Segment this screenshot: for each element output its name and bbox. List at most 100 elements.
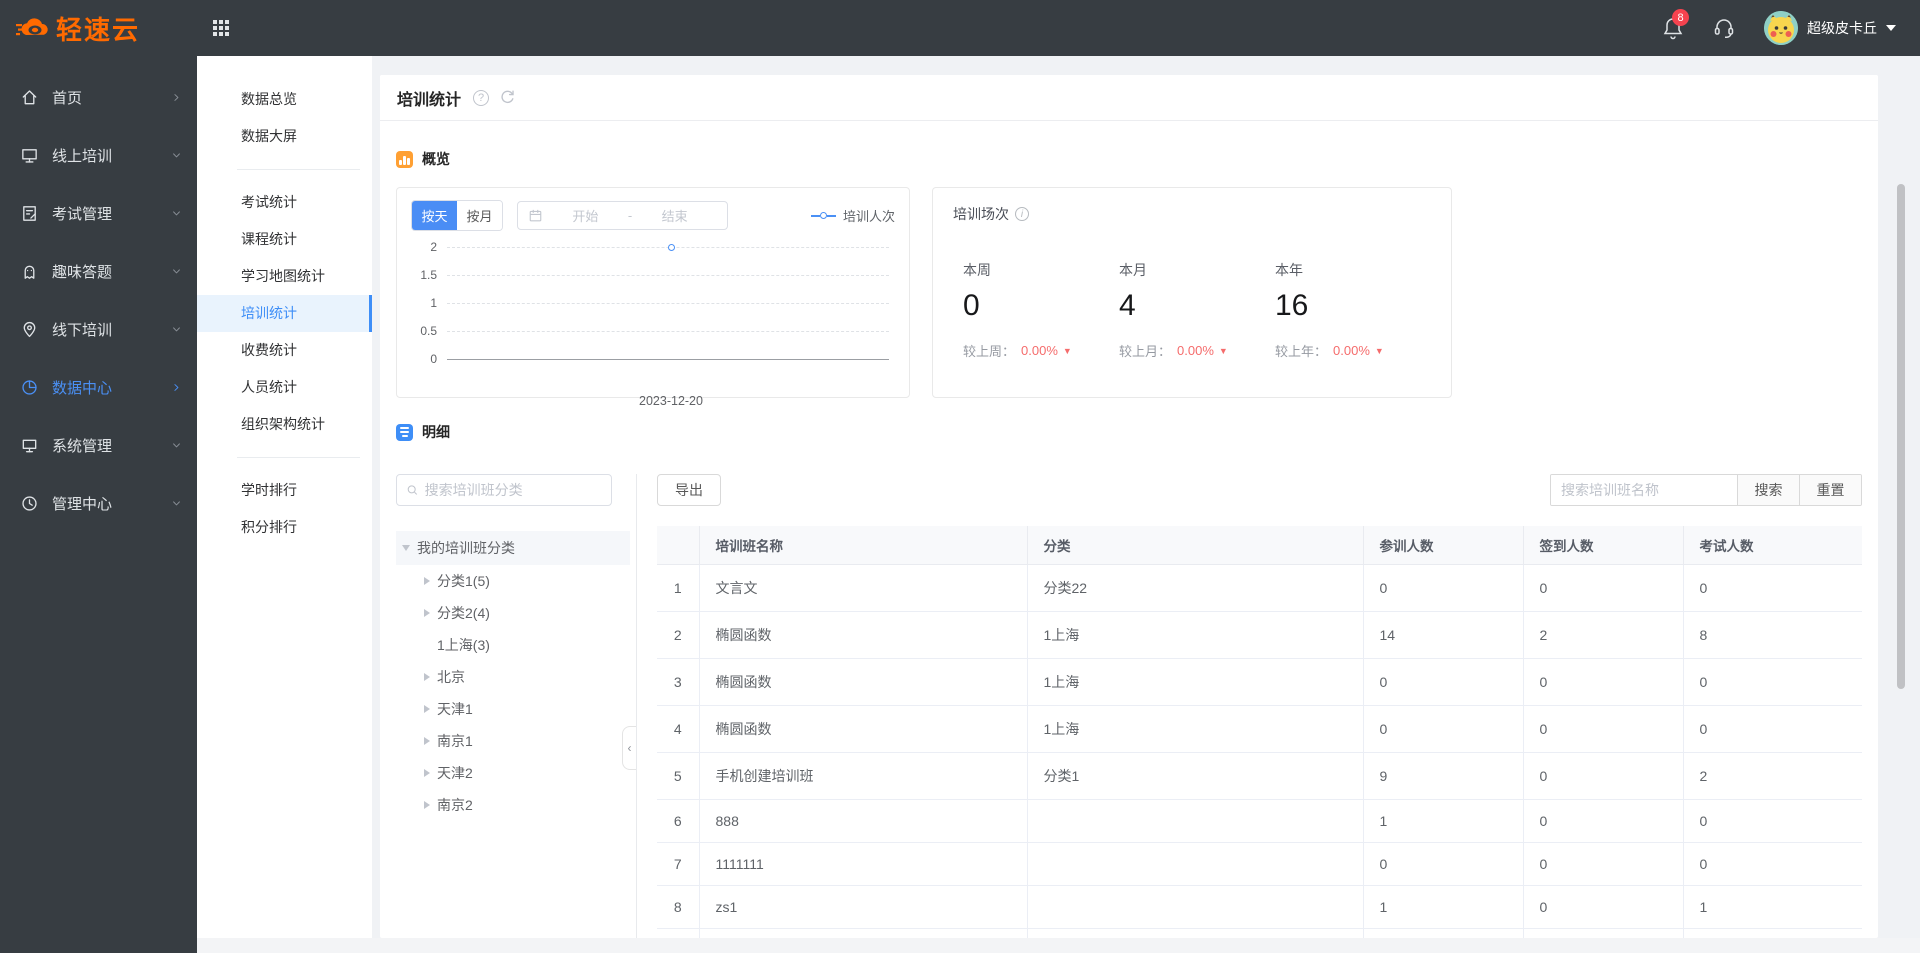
export-button[interactable]: 导出 [657,474,721,506]
submenu-item-map-stats[interactable]: 学习地图统计 [197,258,372,295]
vertical-scrollbar-thumb[interactable] [1897,184,1905,689]
y-tick-label: 0.5 [420,324,437,338]
y-tick-label: 0 [430,352,437,366]
table-cell: 1 [1363,799,1524,843]
table-cell: 0 [1523,658,1684,706]
table-cell: 分类1 [1027,752,1364,800]
detail-section-title: 明细 [422,424,450,440]
tree-search-input[interactable] [424,482,602,498]
submenu-item-hours-rank[interactable]: 学时排行 [197,472,372,509]
gridline [447,275,889,276]
table-cell [1027,885,1364,929]
apps-grid-icon[interactable] [213,20,229,36]
sidebar-item-system-management[interactable]: 系统管理 [0,416,197,474]
sidebar-item-offline-training[interactable]: 线下培训 [0,300,197,358]
sidebar-item-exam-management[interactable]: 考试管理 [0,184,197,242]
chart-legend: 培训人次 [810,206,895,225]
submenu-item-org-stats[interactable]: 组织架构统计 [197,406,372,443]
overview-section-title: 概览 [422,151,450,167]
training-sessions-panel: 培训场次 i 本周 0 较上周： 0.00% ▼ 本月 4 较上月： 0.00% ▼ 本年 16 较上年… [932,187,1452,398]
table-row: 7 1111111 0 0 0 [657,842,1862,886]
tree-item-tianjin2[interactable]: 天津2 [396,757,630,789]
name-search-input[interactable] [1551,475,1737,505]
tree-item-cat1[interactable]: 分类1(5) [396,565,630,597]
table-row: 6 888 1 0 0 [657,799,1862,843]
table-cell: 0 [1523,799,1684,843]
stat-value: 16 [1275,289,1309,322]
submenu-item-training-stats[interactable]: 培训统计 [197,295,372,332]
sidebar-item-fun-quiz[interactable]: 趣味答题 [0,242,197,300]
y-tick-label: 1 [430,296,437,310]
info-icon[interactable]: i [1015,207,1029,221]
submenu-item-course-stats[interactable]: 课程统计 [197,221,372,258]
table-cell: 0 [1523,705,1684,753]
tree-item-shanghai[interactable]: 1上海(3) [396,629,630,661]
secondary-menu: 数据总览 数据大屏考试统计 课程统计 学习地图统计 培训统计 收费统计 人员统计 组织架构统计… [197,56,372,953]
tab-by-month[interactable]: 按月 [457,201,502,230]
avatar [1764,11,1798,45]
tree-root-item[interactable]: 我的培训班分类 [396,531,630,565]
table-cell: 3 [657,658,700,706]
table-cell: 5 [1363,928,1524,938]
category-tree: 我的培训班分类 分类1(5) 分类2(4) 1上海(3) 北京 天津1 南京1 天津2 南京2 [396,531,630,821]
notification-badge: 8 [1672,9,1689,26]
refresh-icon[interactable] [499,89,516,106]
table-cell [1027,799,1364,843]
chevron-right-icon [174,93,179,101]
submenu-item-exam-stats[interactable]: 考试统计 [197,184,372,221]
table-search-group: 搜索 重置 [1550,474,1862,506]
chevron-down-icon [173,500,180,505]
sidebar-item-online-training[interactable]: 线上培训 [0,126,197,184]
support-headset-icon[interactable] [1712,16,1736,40]
stat-column-1: 本月 4 较上月： 0.00% ▼ [1119,260,1275,360]
table-cell: 0 [1523,842,1684,886]
notification-bell-icon[interactable]: 8 [1662,9,1689,40]
sidebar-item-data-center[interactable]: 数据中心 [0,358,197,416]
table-cell: 0 [1363,658,1524,706]
tree-item-nanjing2[interactable]: 南京2 [396,789,630,821]
collapse-tree-button[interactable]: ‹ [622,726,636,770]
legend-line-marker-icon [810,212,836,219]
search-button[interactable]: 搜索 [1737,475,1799,505]
date-range-picker[interactable]: 开始 - 结束 [517,201,728,230]
table-cell: 分类1 [1027,928,1364,938]
sidebar-item-label: 数据中心 [52,379,113,397]
table-header-1: 培训班名称 [699,526,1028,565]
chart-data-point [668,243,675,251]
grid-row: 0.5 [411,324,895,359]
gridline [447,359,889,360]
tab-by-day[interactable]: 按天 [412,201,457,230]
tree-item-cat2[interactable]: 分类2(4) [396,597,630,629]
table-cell: 0 [1683,799,1862,843]
table-cell: 0 [1523,885,1684,929]
submenu-item-data-screen[interactable]: 数据大屏 [197,118,372,155]
date-start-placeholder: 开始 [572,209,599,224]
table-header-5: 考试人数 [1683,526,1862,565]
submenu-item-points-rank[interactable]: 积分排行 [197,509,372,546]
sidebar-item-label: 线上培训 [52,147,113,165]
submenu-item-fee-stats[interactable]: 收费统计 [197,332,372,369]
sidebar-item-admin-center[interactable]: 管理中心 [0,474,197,532]
sidebar-item-label: 首页 [52,89,83,107]
tree-item-beijing[interactable]: 北京 [396,661,630,693]
chevron-down-icon [173,326,180,331]
table-cell: 0 [1683,842,1862,886]
table-cell: 8 [1683,611,1862,659]
tree-item-nanjing1[interactable]: 南京1 [396,725,630,757]
caret-right-icon [424,577,430,585]
tree-item-tianjin1[interactable]: 天津1 [396,693,630,725]
submenu-item-personnel-stats[interactable]: 人员统计 [197,369,372,406]
grid-row: 0 [411,352,895,387]
help-icon[interactable]: ? [473,89,490,106]
sidebar-item-label: 线下培训 [52,321,113,339]
reset-button[interactable]: 重置 [1799,475,1861,505]
table-cell: 0 [1363,564,1524,612]
table-cell: 分类22 [1027,564,1364,612]
sidebar-item-home[interactable]: 首页 [0,68,197,126]
table-cell: 5 [657,752,700,800]
menu-divider [237,457,360,458]
content-card: 培训统计 ? 概览 按天 按月 开始 - 结束 培训人次 2 1.5 1 0.5… [380,75,1878,938]
date-end-placeholder: 结束 [661,209,688,224]
user-menu[interactable]: 超级皮卡丘 [1764,11,1896,45]
submenu-item-data-overview[interactable]: 数据总览 [197,81,372,118]
